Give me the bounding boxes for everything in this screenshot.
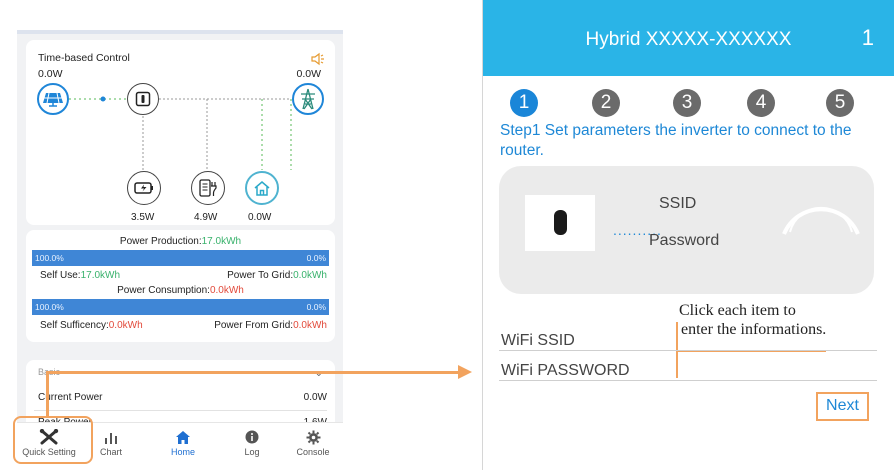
energy-flow-lines xyxy=(69,96,292,170)
tip-line-2: enter the informations. xyxy=(681,321,827,338)
production-bar: 100.0% 0.0% xyxy=(32,250,329,266)
battery-node[interactable] xyxy=(127,171,161,205)
grid-tower-icon xyxy=(301,88,315,110)
gear-icon xyxy=(306,430,320,444)
battery-icon xyxy=(134,182,153,194)
step-indicator-3: 3 xyxy=(673,89,701,117)
step-instruction: Step1 Set parameters the inverter to con… xyxy=(500,122,852,159)
step-indicator-1: 1 xyxy=(510,89,538,117)
header-title: Hybrid XXXXX-XXXXXX xyxy=(585,29,792,50)
self-suff-value: 0.0kWh xyxy=(108,320,143,331)
consumption-bar-left: 100.0% xyxy=(35,302,64,312)
production-label: Power Production: xyxy=(119,236,202,247)
solar-panel-icon xyxy=(43,92,63,107)
info-icon xyxy=(245,430,259,444)
header-number: 1 xyxy=(861,25,874,50)
energy-flow-card: Time-based Control 0.0W 0.0W 3.5W 4.9W 0… xyxy=(26,40,335,225)
consumption-breakdown: Self Sufficency:0.0kWh Power From Grid:0… xyxy=(40,320,327,331)
home-icon xyxy=(176,430,190,444)
header-bar: Hybrid XXXXX-XXXXXX 1 xyxy=(483,0,894,76)
consumption-title: Power Consumption:0.0kWh xyxy=(26,285,335,296)
consumption-label: Power Consumption: xyxy=(117,285,210,296)
consumption-bar: 100.0% 0.0% xyxy=(32,299,329,315)
inverter-icon xyxy=(135,91,151,107)
self-use-label: Self Use: xyxy=(40,270,81,281)
password-field-underline xyxy=(499,380,877,381)
top-divider xyxy=(17,30,343,34)
grid-tower-node[interactable] xyxy=(292,83,324,115)
self-sufficiency: Self Sufficency:0.0kWh xyxy=(40,320,143,331)
next-button[interactable]: Next xyxy=(816,392,869,421)
step-indicator-2: 2 xyxy=(592,89,620,117)
wifi-password-field[interactable]: WiFi PASSWORD xyxy=(501,362,630,380)
production-value: 17.0kWh xyxy=(201,236,242,247)
to-grid-value: 0.0kWh xyxy=(293,270,327,281)
production-bar-left: 100.0% xyxy=(35,253,64,263)
basic-row-value: 0.0W xyxy=(303,392,327,403)
tip-line-1: Click each item to xyxy=(679,302,796,319)
inverter-dongle-icon xyxy=(525,195,595,251)
step-indicator-4: 4 xyxy=(747,89,775,117)
nav-label: Home xyxy=(170,447,195,457)
illustration-ssid-label: SSID xyxy=(659,195,697,212)
meter-power-value: 4.9W xyxy=(194,212,218,223)
home-load-node[interactable] xyxy=(245,171,279,205)
production-bar-right: 0.0% xyxy=(306,253,326,263)
house-icon xyxy=(254,181,270,196)
consumption-bar-right: 0.0% xyxy=(306,302,326,312)
production-title: Power Production:17.0kWh xyxy=(26,236,335,247)
connector-line-vertical xyxy=(46,372,49,418)
bar-chart-icon xyxy=(105,433,117,444)
quick-setting-highlight xyxy=(13,416,93,464)
nav-log[interactable]: Log xyxy=(222,429,282,457)
nav-home[interactable]: Home xyxy=(153,429,213,457)
from-grid-value: 0.0kWh xyxy=(293,320,327,331)
wifi-signal-icon xyxy=(782,206,860,235)
from-grid-label: Power From Grid: xyxy=(214,320,294,331)
smart-meter-icon xyxy=(199,179,217,197)
step-indicator-5: 5 xyxy=(826,89,854,117)
nav-label: Chart xyxy=(99,447,122,457)
basic-row: Current Power 0.0W xyxy=(38,392,327,403)
power-from-grid: Power From Grid:0.0kWh xyxy=(214,320,327,331)
wifi-ssid-field[interactable]: WiFi SSID xyxy=(501,332,575,350)
consumption-value: 0.0kWh xyxy=(209,285,244,296)
ssid-field-underline xyxy=(499,350,877,351)
solar-panel-node[interactable] xyxy=(37,83,69,115)
wifi-setup-screen: Hybrid XXXXX-XXXXXX 1 1 2 3 4 5 Step1 Se… xyxy=(482,0,894,470)
production-breakdown: Self Use:17.0kWh Power To Grid:0.0kWh xyxy=(40,270,327,281)
self-use: Self Use:17.0kWh xyxy=(40,270,120,281)
inverter-node[interactable] xyxy=(127,83,159,115)
power-to-grid: Power To Grid:0.0kWh xyxy=(227,270,327,281)
load-power-value: 0.0W xyxy=(248,212,272,223)
wifi-illustration-card: SSID .......... Password xyxy=(499,166,874,294)
illustration-password-label: Password xyxy=(649,232,720,249)
row-divider xyxy=(34,410,327,411)
arrow-right-icon xyxy=(458,365,472,379)
monitoring-app-screen: Time-based Control 0.0W 0.0W 3.5W 4.9W 0… xyxy=(17,30,343,470)
battery-power-value: 3.5W xyxy=(131,212,155,223)
self-use-value: 17.0kWh xyxy=(80,270,121,281)
nav-label: Console xyxy=(296,447,330,457)
energy-statistics-card: Power Production:17.0kWh 100.0% 0.0% Sel… xyxy=(26,230,335,342)
smart-meter-node[interactable] xyxy=(191,171,225,205)
to-grid-label: Power To Grid: xyxy=(227,270,294,281)
nav-label: Log xyxy=(244,447,260,457)
nav-console[interactable]: Console xyxy=(283,429,343,457)
self-suff-label: Self Sufficency: xyxy=(40,320,109,331)
connector-line-horizontal xyxy=(46,371,460,374)
